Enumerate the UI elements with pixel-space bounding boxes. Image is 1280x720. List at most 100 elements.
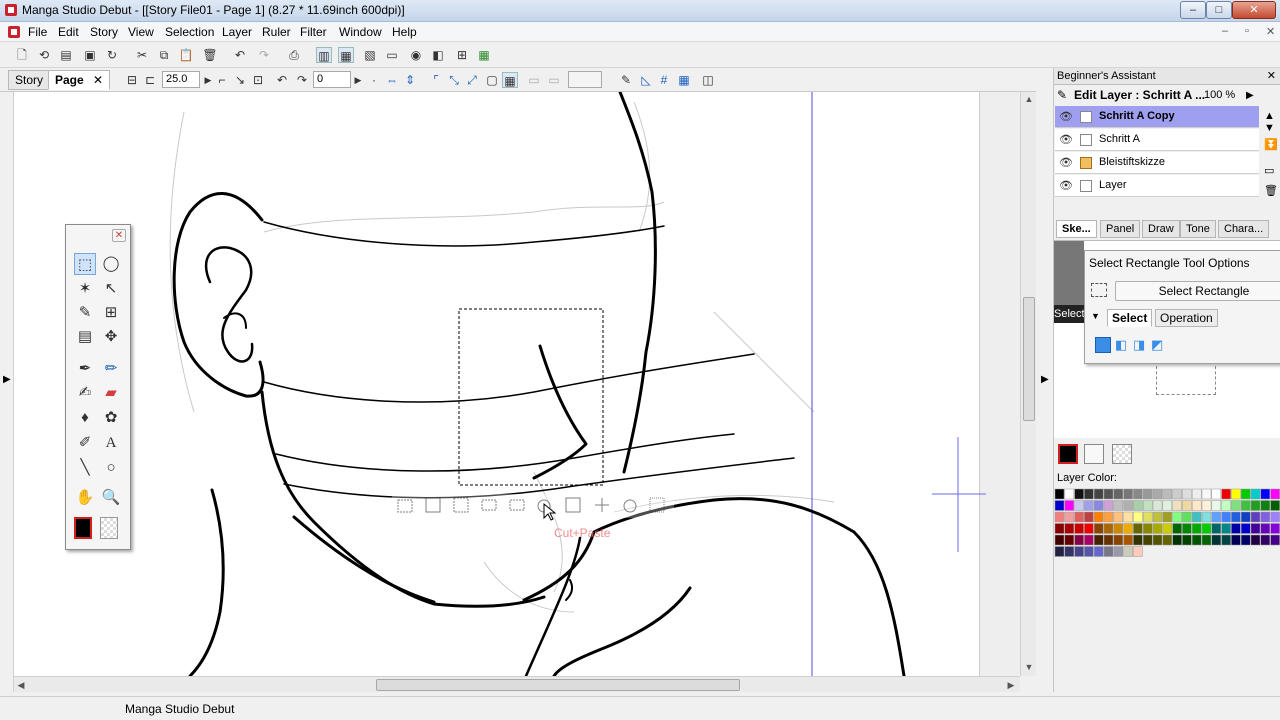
vertical-scroll-thumb[interactable] (1023, 297, 1035, 421)
palette-swatch[interactable] (1064, 523, 1075, 534)
mdi-restore-button[interactable]: ▫ (1245, 25, 1249, 37)
selection-launcher[interactable] (392, 494, 674, 518)
menu-file[interactable]: File (28, 25, 47, 39)
palette-swatch[interactable] (1074, 534, 1084, 546)
rotate-right-icon[interactable]: ↷ (294, 72, 310, 88)
document-icon[interactable] (7, 25, 21, 39)
show-selection-icon[interactable]: ▦ (502, 72, 518, 88)
zoom-100-icon[interactable]: ⌐ (214, 72, 230, 88)
palette-swatch[interactable] (1064, 534, 1075, 546)
palette-swatch[interactable] (1231, 511, 1241, 523)
scroll-down-icon[interactable]: ▼ (1022, 660, 1036, 674)
eraser-tool-icon[interactable]: ▰ (100, 382, 122, 404)
layer-row[interactable]: 👁 Bleistiftskizze (1055, 152, 1259, 174)
trash-icon[interactable]: 🗑 (1264, 184, 1278, 197)
reset-rotate-icon[interactable]: · (366, 72, 382, 88)
palette-swatch[interactable] (1250, 488, 1261, 500)
palette-swatch[interactable] (1093, 523, 1104, 534)
object-select-tool-icon[interactable]: ↖ (100, 278, 122, 300)
palette-swatch[interactable] (1231, 500, 1241, 511)
new-selection-icon[interactable] (1095, 337, 1111, 353)
palette-swatch[interactable] (1054, 488, 1065, 500)
mdi-minimize-button[interactable]: – (1222, 25, 1228, 37)
menu-ruler[interactable]: Ruler (262, 25, 291, 39)
palette-swatch[interactable] (1240, 511, 1251, 523)
palette-swatch[interactable] (1152, 523, 1163, 534)
tab-page[interactable]: Page ✕ (48, 70, 111, 90)
palette-swatch[interactable] (1250, 500, 1261, 511)
menu-edit[interactable]: Edit (58, 25, 79, 39)
palette-swatch[interactable] (1113, 523, 1124, 534)
transparent-color-swatch[interactable] (100, 517, 118, 539)
layer-lock-checkbox[interactable] (1080, 180, 1092, 192)
palette-swatch[interactable] (1211, 534, 1222, 546)
palette-swatch[interactable] (1133, 500, 1143, 511)
collapse-icon[interactable]: ▼ (1091, 311, 1100, 321)
palette-swatch[interactable] (1084, 500, 1094, 511)
palette-swatch[interactable] (1191, 523, 1202, 534)
layer-lock-checkbox[interactable] (1080, 134, 1092, 146)
pen-icon[interactable]: ✎ (618, 72, 634, 88)
layer-transparent-color[interactable] (1112, 444, 1132, 464)
tab-draw[interactable]: Draw (1142, 220, 1180, 238)
palette-swatch[interactable] (1113, 500, 1124, 511)
palette-swatch[interactable] (1240, 534, 1251, 546)
palette-swatch[interactable] (1133, 523, 1143, 534)
palette-swatch[interactable] (1162, 500, 1173, 511)
palette-swatch[interactable] (1084, 523, 1094, 534)
redo-icon[interactable]: ↷ (256, 47, 272, 63)
palette-swatch[interactable] (1240, 500, 1251, 511)
palette-swatch[interactable] (1191, 500, 1202, 511)
palette-swatch[interactable] (1142, 534, 1153, 546)
right-panel-splitter[interactable]: ▶ (1036, 68, 1054, 692)
palette-swatch[interactable] (1231, 523, 1241, 534)
palette-swatch[interactable] (1250, 511, 1261, 523)
palette-swatch[interactable] (1054, 500, 1065, 511)
palette-swatch[interactable] (1270, 511, 1280, 523)
palette-swatch[interactable] (1142, 523, 1153, 534)
palette-swatch[interactable] (1133, 511, 1143, 523)
flip-vertical-icon[interactable]: ⇕ (402, 72, 418, 88)
palette-swatch[interactable] (1123, 546, 1133, 557)
ruler-icon[interactable]: ▭ (526, 72, 542, 88)
palette-swatch[interactable] (1221, 488, 1231, 500)
lasso-tool-icon[interactable]: ◯ (100, 253, 122, 275)
palette-swatch[interactable] (1162, 488, 1173, 500)
palette-swatch[interactable] (1054, 511, 1065, 523)
palette-swatch[interactable] (1201, 500, 1212, 511)
tab-panel[interactable]: Panel (1100, 220, 1141, 238)
palette-swatch[interactable] (1231, 488, 1241, 500)
palette-swatch[interactable] (1191, 488, 1202, 500)
expand-left-icon[interactable]: ▶ (3, 374, 11, 385)
horizontal-scroll-thumb[interactable] (376, 679, 740, 691)
marker-tool-icon[interactable]: ✍ (74, 382, 96, 404)
layer-select-tool-icon[interactable]: ⊞ (100, 302, 122, 324)
palette-swatch[interactable] (1054, 546, 1065, 557)
text-tool-icon[interactable]: A (100, 432, 122, 454)
navigator-icon[interactable]: ◉ (408, 47, 424, 63)
palette-swatch[interactable] (1123, 500, 1133, 511)
tab-character[interactable]: Chara... (1218, 220, 1270, 238)
palette-swatch[interactable] (1231, 534, 1241, 546)
scroll-left-icon[interactable]: ◀ (14, 678, 28, 692)
zoom-fit-icon[interactable]: ↘ (232, 72, 248, 88)
flip-horizontal-icon[interactable]: ⇔ (384, 72, 400, 88)
tab-tone[interactable]: Tone (1180, 220, 1216, 238)
layer-main-color[interactable] (1058, 444, 1078, 464)
zoom-tool-icon[interactable]: 🔍 (100, 487, 122, 509)
palette-swatch[interactable] (1133, 546, 1143, 557)
palette-swatch[interactable] (1093, 546, 1104, 557)
palette-swatch[interactable] (1074, 546, 1084, 557)
palette-swatch[interactable] (1211, 488, 1222, 500)
rotate-field[interactable]: 0 (313, 71, 351, 88)
pages-icon[interactable]: ◫ (700, 72, 716, 88)
palette-swatch[interactable] (1113, 488, 1124, 500)
layer-palette-icon[interactable]: ◧ (430, 47, 446, 63)
pattern-brush-tool-icon[interactable]: ✿ (100, 407, 122, 429)
palette-swatch[interactable] (1074, 523, 1084, 534)
palette-swatch[interactable] (1201, 523, 1212, 534)
palette-swatch[interactable] (1260, 488, 1271, 500)
main-color-swatch[interactable] (74, 517, 92, 539)
visibility-eye-icon[interactable]: 👁 (1059, 133, 1073, 147)
palette-swatch[interactable] (1191, 534, 1202, 546)
